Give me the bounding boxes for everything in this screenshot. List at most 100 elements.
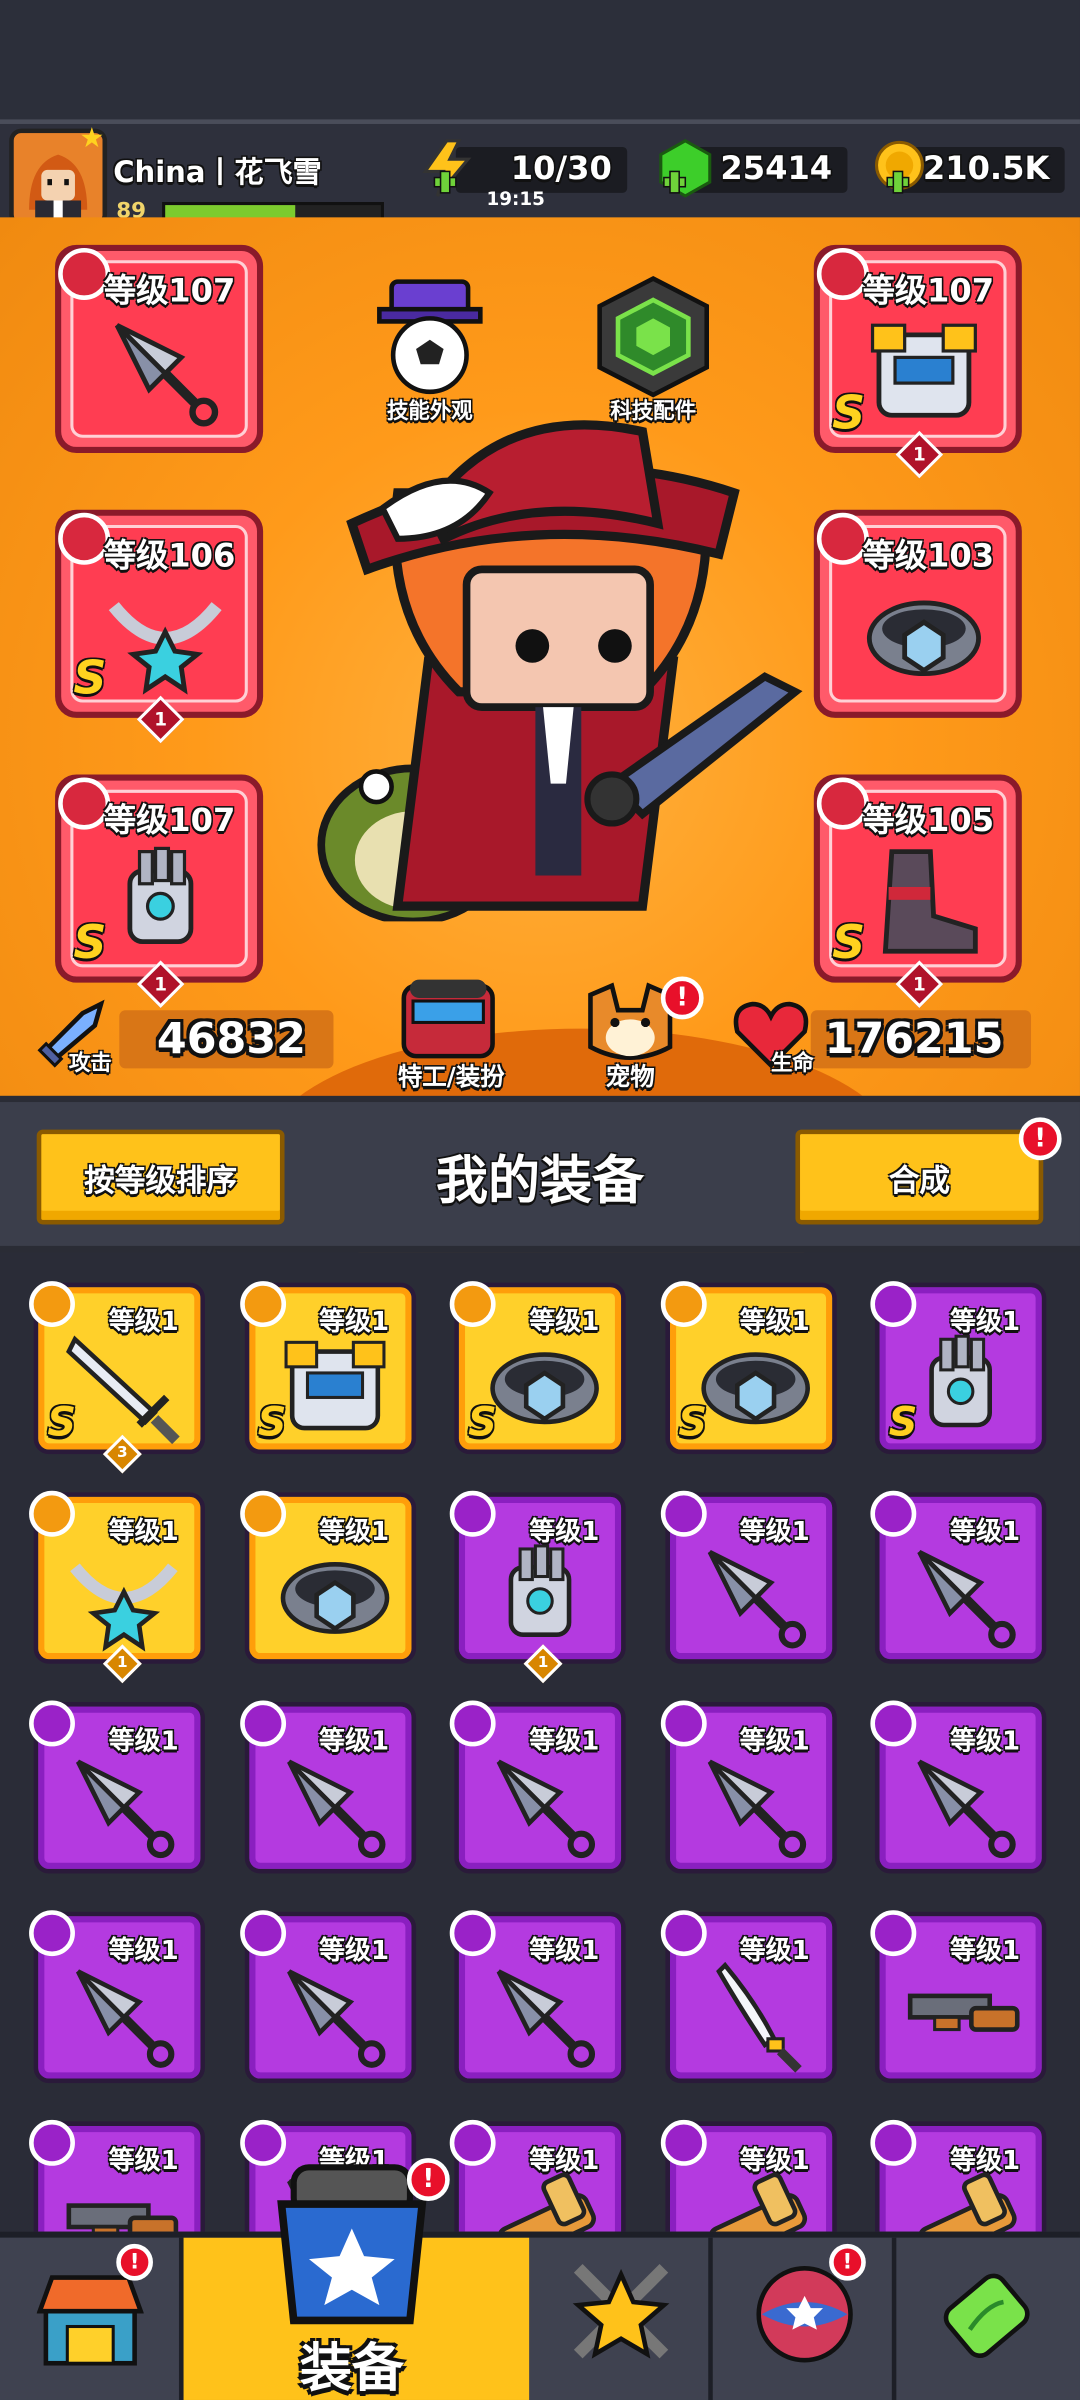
attack-value: 46832 bbox=[156, 1013, 306, 1064]
equipment-item[interactable]: 等级1 S 3 bbox=[29, 1281, 205, 1474]
agent-outfit-label: 特工/装扮 bbox=[397, 1062, 505, 1092]
gem-plus-icon[interactable] bbox=[655, 138, 716, 199]
slot-type-icon bbox=[816, 777, 869, 830]
item-type-icon bbox=[239, 1281, 286, 1328]
nav-lab[interactable] bbox=[896, 2237, 1080, 2400]
equipment-grid: 等级1 S 3 等级1 S 等级1 S 等级1 S 等级1 S 等级1 1 等级1 等级1 1 等级1 等级1 等级… bbox=[0, 1252, 1080, 2232]
slot-necklace[interactable]: 等级106 S 1 bbox=[55, 509, 264, 744]
item-type-icon bbox=[870, 1281, 917, 1328]
equipment-item[interactable]: 等级1 bbox=[870, 1490, 1047, 1664]
count-value: 1 bbox=[537, 1654, 549, 1672]
nav-events[interactable]: ! bbox=[712, 2237, 897, 2400]
kunai-icon bbox=[286, 1969, 385, 2068]
shotgun-icon bbox=[66, 2203, 179, 2232]
slot-armor[interactable]: 等级107 S 1 bbox=[813, 244, 1022, 479]
slot-level: 等级107 bbox=[862, 272, 995, 310]
attack-stat: 46832 bbox=[119, 1010, 334, 1069]
bazooka-icon bbox=[707, 2172, 807, 2232]
equipment-item[interactable]: 等级1 bbox=[660, 1490, 836, 1664]
crown-icon: ★ bbox=[79, 122, 105, 155]
item-type-icon bbox=[870, 1490, 917, 1537]
equipment-item[interactable]: 等级1 bbox=[660, 1910, 836, 2084]
item-type-icon bbox=[449, 1700, 496, 1747]
equipment-item[interactable]: 等级1 bbox=[660, 1700, 836, 1874]
agent-outfit-icon[interactable] bbox=[395, 977, 502, 1063]
equipment-item[interactable]: 等级1 bbox=[239, 1700, 416, 1874]
equipment-item[interactable]: 等级1 bbox=[870, 1700, 1047, 1874]
rank-badge: S bbox=[678, 1400, 708, 1447]
slot-weapon[interactable]: 等级107 bbox=[55, 244, 264, 454]
kunai-icon bbox=[706, 1549, 806, 1649]
item-type-icon bbox=[449, 1281, 496, 1328]
kunai-icon bbox=[114, 323, 219, 427]
armor-icon bbox=[283, 1340, 385, 1431]
belt-icon bbox=[700, 1352, 810, 1425]
equipment-item[interactable]: 等级1 1 bbox=[449, 1490, 626, 1684]
katana-icon bbox=[715, 1961, 801, 2073]
equipment-item[interactable]: 等级1 S bbox=[870, 1281, 1047, 1455]
equipment-item[interactable]: 等级1 bbox=[29, 1700, 205, 1874]
equipment-item[interactable]: 等级1 bbox=[449, 1700, 626, 1874]
equipment-item[interactable]: 等级1 S bbox=[449, 1281, 626, 1455]
item-type-icon bbox=[239, 1700, 286, 1747]
bazooka-icon bbox=[497, 2172, 596, 2232]
equipment-item[interactable]: 等级1 bbox=[449, 2119, 626, 2232]
count-value: 1 bbox=[912, 443, 926, 466]
equipment-item[interactable]: 等级1 S bbox=[239, 1281, 416, 1455]
slot-boots[interactable]: 等级105 S 1 bbox=[813, 774, 1022, 1008]
sort-by-level-button[interactable]: 按等级排序 bbox=[36, 1129, 285, 1225]
slot-level: 等级107 bbox=[104, 802, 236, 839]
equipment-item[interactable]: 等级1 1 bbox=[29, 1490, 205, 1684]
skill-skin-icon[interactable] bbox=[376, 276, 483, 398]
equipment-item[interactable]: 等级1 S bbox=[660, 1281, 836, 1455]
equipment-item[interactable]: 等级1 bbox=[870, 1910, 1047, 2084]
merge-button[interactable]: 合成 bbox=[795, 1129, 1044, 1225]
item-type-icon bbox=[660, 1910, 706, 1957]
coin-plus-icon[interactable] bbox=[869, 138, 930, 199]
tech-parts-icon[interactable] bbox=[594, 275, 713, 398]
kunai-icon bbox=[917, 1759, 1016, 1859]
kunai-icon bbox=[496, 1969, 596, 2068]
hero-character[interactable] bbox=[260, 401, 841, 922]
slot-type-icon bbox=[816, 512, 869, 565]
nav-shop[interactable]: ! bbox=[0, 2237, 184, 2400]
energy-plus-icon[interactable] bbox=[416, 138, 477, 199]
shotgun-icon bbox=[907, 1993, 1020, 2032]
rank-badge: S bbox=[832, 387, 866, 441]
rank-badge: S bbox=[73, 916, 107, 971]
rank-badge: S bbox=[73, 652, 107, 706]
attack-label: 攻击 bbox=[68, 1051, 112, 1077]
necklace-icon bbox=[108, 602, 222, 695]
shop-alert-icon: ! bbox=[116, 2243, 153, 2281]
pet-label: 宠物 bbox=[605, 1062, 655, 1092]
equipment-item[interactable]: 等级1 bbox=[239, 1490, 416, 1664]
equipment-item[interactable]: 等级1 bbox=[239, 1910, 416, 2084]
equipment-item[interactable]: 等级1 bbox=[449, 1910, 626, 2084]
belt-icon bbox=[279, 1561, 389, 1634]
pet-alert-icon: ! bbox=[660, 976, 704, 1020]
item-type-icon bbox=[29, 1281, 75, 1328]
slot-gloves[interactable]: 等级107 S 1 bbox=[55, 774, 264, 1008]
merge-alert-icon: ! bbox=[1018, 1117, 1062, 1161]
hp-stat: 176215 bbox=[810, 1010, 1032, 1069]
coin-value: 210.5K bbox=[922, 149, 1050, 187]
item-type-icon bbox=[29, 1490, 75, 1537]
tech-parts-label: 科技配件 bbox=[610, 399, 697, 424]
item-type-icon bbox=[449, 1490, 496, 1537]
slot-belt[interactable]: 等级103 bbox=[813, 509, 1022, 718]
kunai-icon bbox=[75, 1759, 175, 1859]
item-type-icon bbox=[29, 1910, 75, 1957]
belt-icon bbox=[866, 600, 981, 677]
star-battle-icon bbox=[572, 2264, 670, 2359]
equipment-item[interactable]: 等级1 bbox=[29, 1910, 205, 2084]
equipment-item[interactable]: 等级1 bbox=[660, 2119, 836, 2232]
item-type-icon bbox=[660, 1490, 706, 1537]
slot-level: 等级103 bbox=[862, 537, 995, 574]
equipment-item[interactable]: 等级1 bbox=[29, 2119, 205, 2232]
item-type-icon bbox=[449, 1910, 496, 1957]
slot-type-icon bbox=[816, 247, 869, 300]
rank-badge: S bbox=[47, 1400, 77, 1447]
nav-battle[interactable] bbox=[529, 2237, 713, 2400]
equipment-item[interactable]: 等级1 bbox=[870, 2119, 1047, 2232]
kunai-icon bbox=[496, 1759, 596, 1859]
